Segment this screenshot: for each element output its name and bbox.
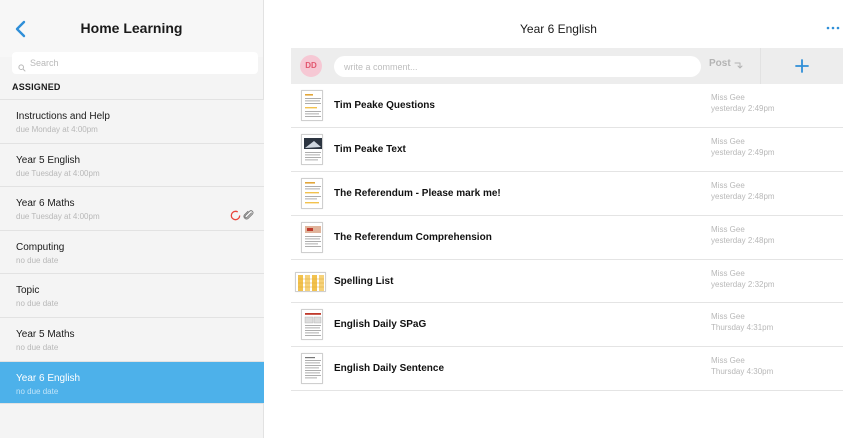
document-thumbnail xyxy=(301,353,323,385)
file-row-the-referendum-please-mark-me[interactable]: The Referendum - Please mark me! Miss Ge… xyxy=(291,172,843,216)
assignment-status-icons xyxy=(230,208,254,226)
assignment-item-instructions-and-help[interactable]: Instructions and Help due Monday at 4:00… xyxy=(0,99,264,143)
file-meta: Miss Gee yesterday 2:49pm xyxy=(711,136,775,158)
post-label: Post xyxy=(709,58,731,69)
assignment-title: Year 5 Maths xyxy=(16,328,75,340)
file-name: The Referendum Comprehension xyxy=(334,231,492,243)
file-timestamp: yesterday 2:49pm xyxy=(711,104,775,113)
sidebar-title: Home Learning xyxy=(80,20,183,36)
file-name: Spelling List xyxy=(334,275,394,287)
assignment-title: Year 6 English xyxy=(16,372,81,384)
file-timestamp: yesterday 2:48pm xyxy=(711,191,775,201)
file-timestamp: yesterday 2:48pm xyxy=(711,235,775,245)
document-thumbnail xyxy=(295,271,326,292)
assignment-item-topic[interactable]: Topic no due date xyxy=(0,273,264,317)
assignment-due: no due date xyxy=(16,386,59,396)
file-author: Miss Gee xyxy=(711,180,745,190)
avatar: DD xyxy=(300,55,322,77)
file-row-english-daily-spag[interactable]: English Daily SPaG Miss Gee Thursday 4:3… xyxy=(291,303,843,348)
assignment-due: no due date xyxy=(16,255,59,265)
comment-bar: DD Post xyxy=(291,48,843,84)
section-label-assigned: ASSIGNED xyxy=(12,82,61,92)
file-list: Tim Peake Questions Miss Gee yesterday 2… xyxy=(291,84,843,392)
file-author: Miss Gee xyxy=(711,356,745,366)
assignment-due: no due date xyxy=(16,342,59,352)
assignment-item-year-5-maths[interactable]: Year 5 Maths no due date xyxy=(0,316,264,361)
post-arrow-icon xyxy=(734,58,744,73)
file-author: Miss Gee xyxy=(711,268,745,278)
file-name: English Daily SPaG xyxy=(334,319,427,331)
assignment-item-year-5-english[interactable]: Year 5 English due Tuesday at 4:00pm xyxy=(0,142,264,187)
file-name: Tim Peake Text xyxy=(334,143,406,155)
document-thumbnail xyxy=(301,177,323,209)
document-thumbnail xyxy=(301,133,323,165)
progress-ring-icon xyxy=(230,208,241,226)
file-author: Miss Gee xyxy=(711,93,745,102)
file-name: English Daily Sentence xyxy=(334,363,445,375)
search-input[interactable] xyxy=(12,52,258,74)
assignment-due: due Tuesday at 4:00pm xyxy=(16,168,100,178)
comment-input[interactable] xyxy=(334,56,701,77)
document-thumbnail xyxy=(301,90,323,121)
assignment-title: Topic xyxy=(16,285,40,297)
file-author: Miss Gee xyxy=(711,224,745,234)
search-box xyxy=(12,52,258,74)
file-meta: Miss Gee yesterday 2:48pm xyxy=(711,224,775,246)
assignment-list: Instructions and Help due Monday at 4:00… xyxy=(0,99,264,405)
assignment-due: due Monday at 4:00pm xyxy=(16,125,98,134)
file-timestamp: yesterday 2:32pm xyxy=(711,279,775,289)
assignment-title: Year 6 Maths xyxy=(16,198,75,210)
file-name: The Referendum - Please mark me! xyxy=(334,187,501,199)
file-timestamp: Thursday 4:30pm xyxy=(711,367,774,377)
file-timestamp: Thursday 4:31pm xyxy=(711,323,774,333)
document-thumbnail xyxy=(301,221,323,253)
file-meta: Miss Gee yesterday 2:32pm xyxy=(711,268,775,290)
document-thumbnail xyxy=(301,309,323,341)
paperclip-icon xyxy=(243,208,254,226)
assignment-item-year-6-maths[interactable]: Year 6 Maths due Tuesday at 4:00pm xyxy=(0,186,264,230)
post-button[interactable]: Post xyxy=(709,58,744,76)
assignment-title: Instructions and Help xyxy=(16,111,110,122)
file-row-spelling-list[interactable]: Spelling List Miss Gee yesterday 2:32pm xyxy=(291,260,843,304)
file-author: Miss Gee xyxy=(711,312,745,322)
add-button[interactable] xyxy=(761,48,843,84)
file-timestamp: yesterday 2:49pm xyxy=(711,147,775,157)
assignment-title: Computing xyxy=(16,241,65,253)
main-panel: Year 6 English DD Post Tim Peake Questio… xyxy=(265,0,852,438)
assignment-item-year-6-english[interactable]: Year 6 English no due date xyxy=(0,360,264,405)
file-name: Tim Peake Questions xyxy=(334,100,435,111)
assignment-due: no due date xyxy=(16,299,59,309)
file-meta: Miss Gee yesterday 2:48pm xyxy=(711,180,775,202)
page-title: Year 6 English xyxy=(520,22,597,36)
file-meta: Miss Gee yesterday 2:49pm xyxy=(711,92,775,114)
file-meta: Miss Gee Thursday 4:30pm xyxy=(711,355,773,377)
file-author: Miss Gee xyxy=(711,136,745,146)
file-row-the-referendum-comprehension[interactable]: The Referendum Comprehension Miss Gee ye… xyxy=(291,216,843,260)
more-options-icon[interactable] xyxy=(826,20,840,30)
plus-icon xyxy=(795,59,809,73)
assignment-title: Year 5 English xyxy=(16,154,81,166)
file-row-tim-peake-text[interactable]: Tim Peake Text Miss Gee yesterday 2:49pm xyxy=(291,128,843,172)
sidebar: Home Learning ASSIGNED Instructions and … xyxy=(0,0,264,438)
sidebar-header: Home Learning xyxy=(0,0,263,57)
file-row-tim-peake-questions[interactable]: Tim Peake Questions Miss Gee yesterday 2… xyxy=(291,84,843,128)
file-row-english-daily-sentence[interactable]: English Daily Sentence Miss Gee Thursday… xyxy=(291,347,843,392)
file-meta: Miss Gee Thursday 4:31pm xyxy=(711,311,773,333)
assignment-due: due Tuesday at 4:00pm xyxy=(16,212,100,222)
assignment-item-computing[interactable]: Computing no due date xyxy=(0,229,264,274)
search-icon xyxy=(18,59,26,72)
